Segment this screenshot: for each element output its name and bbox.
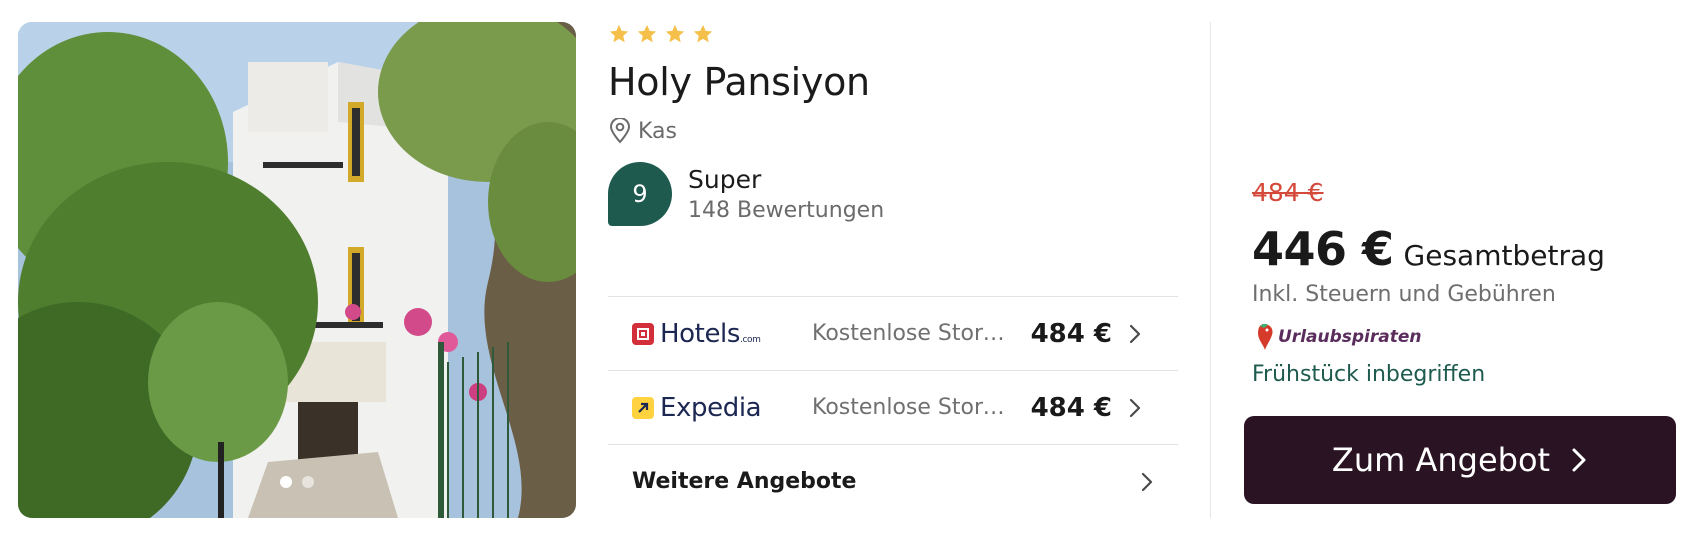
hotel-info: Holy Pansiyon Kas 9 Super 148 Bewertunge… [608, 22, 1178, 226]
location: Kas [608, 118, 1178, 144]
more-offers-label: Weitere Angebote [632, 469, 857, 494]
star-rating [608, 22, 1178, 46]
hotel-name[interactable]: Holy Pansiyon [608, 60, 1178, 104]
chevron-right-icon [1112, 323, 1142, 345]
price-suffix: Gesamtbetrag [1403, 239, 1605, 272]
provider-expedia: Expedia [632, 393, 812, 423]
rating-score-badge: 9 [608, 162, 672, 226]
provider-suffix: .com [740, 334, 761, 345]
column-divider [1210, 22, 1211, 518]
rating: 9 Super 148 Bewertungen [608, 162, 1178, 226]
hotel-photo-image [18, 22, 576, 518]
partner-logo: Urlaubspiraten [1254, 322, 1422, 352]
offer-description: Kostenlose Stornierung [812, 321, 1012, 346]
offer-price: 484 € [1030, 392, 1112, 423]
offer-price: 484 € [1030, 318, 1112, 349]
chevron-right-icon [1124, 471, 1154, 493]
cta-button[interactable]: Zum Angebot [1244, 416, 1676, 504]
offer-row-hotels[interactable]: Hotels.com Kostenlose Stornierung 484 € [608, 296, 1178, 370]
provider-hotels: Hotels.com [632, 319, 812, 349]
rating-label: Super [688, 165, 762, 194]
gallery-dots [18, 476, 576, 488]
hotel-card: Holy Pansiyon Kas 9 Super 148 Bewertunge… [0, 0, 1702, 538]
hotel-photo[interactable] [18, 22, 576, 518]
tax-note: Inkl. Steuern und Gebühren [1252, 282, 1556, 307]
more-offers-row[interactable]: Weitere Angebote [608, 444, 1178, 518]
star-icon [637, 24, 657, 43]
deal-feature: Frühstück inbegriffen [1252, 362, 1486, 387]
provider-name: Hotels [660, 318, 741, 349]
provider-name: Expedia [660, 392, 762, 423]
gallery-dot-active[interactable] [280, 476, 292, 488]
expedia-logo-icon [632, 396, 654, 419]
location-label: Kas [638, 118, 677, 144]
chevron-right-icon [1112, 397, 1142, 419]
gallery-dot[interactable] [302, 476, 314, 488]
review-count[interactable]: 148 Bewertungen [688, 198, 884, 223]
star-icon [693, 24, 713, 43]
chevron-right-icon [1572, 448, 1586, 472]
partner-name: Urlaubspiraten [1278, 327, 1422, 347]
offer-description: Kostenlose Stornierung [812, 395, 1012, 420]
price-line: 446 € Gesamtbetrag [1252, 222, 1605, 276]
star-icon [609, 24, 629, 43]
cta-label: Zum Angebot [1331, 441, 1551, 479]
location-pin-icon [609, 118, 631, 144]
hotels-com-logo-icon [632, 322, 654, 345]
offer-list: Hotels.com Kostenlose Stornierung 484 € … [608, 296, 1178, 518]
old-price: 484 € [1252, 178, 1324, 207]
offer-row-expedia[interactable]: Expedia Kostenlose Stornierung 484 € [608, 370, 1178, 444]
urlaubspiraten-parrot-icon [1258, 323, 1273, 350]
deal-price: 446 € [1252, 222, 1394, 276]
star-icon [665, 24, 685, 43]
